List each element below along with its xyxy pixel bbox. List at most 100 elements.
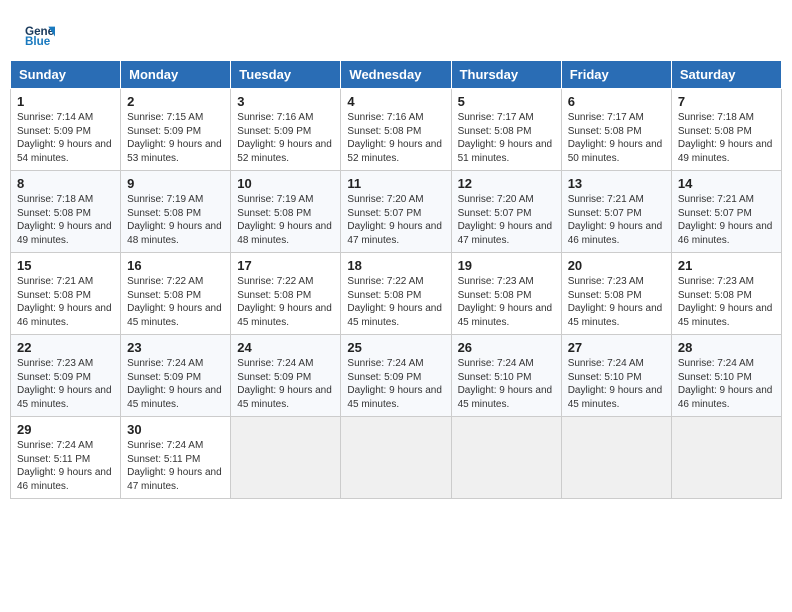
- day-info: Sunrise: 7:24 AMSunset: 5:10 PMDaylight:…: [568, 357, 665, 411]
- calendar-header-row: SundayMondayTuesdayWednesdayThursdayFrid…: [11, 61, 782, 89]
- weekday-header-thursday: Thursday: [451, 61, 561, 89]
- week-row-5: 29 Sunrise: 7:24 AMSunset: 5:11 PMDayligh…: [11, 417, 782, 499]
- calendar-cell: 27 Sunrise: 7:24 AMSunset: 5:10 PMDayligh…: [561, 335, 671, 417]
- day-info: Sunrise: 7:23 AMSunset: 5:08 PMDaylight:…: [458, 275, 555, 329]
- calendar-cell: 5Sunrise: 7:17 AMSunset: 5:08 PMDaylight…: [451, 89, 561, 171]
- day-number: 7: [678, 94, 775, 109]
- day-info: Sunrise: 7:22 AMSunset: 5:08 PMDaylight:…: [237, 275, 334, 329]
- calendar-cell: 13 Sunrise: 7:21 AMSunset: 5:07 PMDayligh…: [561, 171, 671, 253]
- calendar-cell: 4 Sunrise: 7:16 AMSunset: 5:08 PMDaylight…: [341, 89, 451, 171]
- day-info: Sunrise: 7:24 AMSunset: 5:11 PMDaylight:…: [127, 439, 224, 493]
- weekday-header-monday: Monday: [121, 61, 231, 89]
- calendar-cell: 28 Sunrise: 7:24 AMSunset: 5:10 PMDayligh…: [671, 335, 781, 417]
- day-info: Sunrise: 7:22 AMSunset: 5:08 PMDaylight:…: [127, 275, 224, 329]
- calendar-cell: 12 Sunrise: 7:20 AMSunset: 5:07 PMDayligh…: [451, 171, 561, 253]
- day-number: 6: [568, 94, 665, 109]
- week-row-3: 15 Sunrise: 7:21 AMSunset: 5:08 PMDayligh…: [11, 253, 782, 335]
- day-number: 13: [568, 176, 665, 191]
- calendar-cell: [341, 417, 451, 499]
- logo-icon: General Blue: [25, 20, 55, 50]
- day-info: Sunrise: 7:18 AMSunset: 5:08 PMDaylight:…: [678, 111, 775, 165]
- day-info: Sunrise: 7:24 AMSunset: 5:11 PMDaylight:…: [17, 439, 114, 493]
- svg-text:Blue: Blue: [25, 35, 51, 48]
- calendar-cell: 26Sunrise: 7:24 AMSunset: 5:10 PMDayligh…: [451, 335, 561, 417]
- weekday-header-saturday: Saturday: [671, 61, 781, 89]
- day-info: Sunrise: 7:23 AMSunset: 5:09 PMDaylight:…: [17, 357, 114, 411]
- calendar-cell: 25 Sunrise: 7:24 AMSunset: 5:09 PMDayligh…: [341, 335, 451, 417]
- day-number: 16: [127, 258, 224, 273]
- calendar-cell: [451, 417, 561, 499]
- day-number: 27: [568, 340, 665, 355]
- calendar-cell: 30 Sunrise: 7:24 AMSunset: 5:11 PMDayligh…: [121, 417, 231, 499]
- calendar-cell: 23 Sunrise: 7:24 AMSunset: 5:09 PMDayligh…: [121, 335, 231, 417]
- day-number: 1: [17, 94, 114, 109]
- day-info: Sunrise: 7:24 AMSunset: 5:09 PMDaylight:…: [237, 357, 334, 411]
- calendar-table: SundayMondayTuesdayWednesdayThursdayFrid…: [10, 60, 782, 499]
- calendar-cell: 21Sunrise: 7:23 AMSunset: 5:08 PMDayligh…: [671, 253, 781, 335]
- calendar-cell: 29 Sunrise: 7:24 AMSunset: 5:11 PMDayligh…: [11, 417, 121, 499]
- day-number: 17: [237, 258, 334, 273]
- day-info: Sunrise: 7:19 AMSunset: 5:08 PMDaylight:…: [237, 193, 334, 247]
- week-row-1: 1 Sunrise: 7:14 AMSunset: 5:09 PMDaylight…: [11, 89, 782, 171]
- day-number: 3: [237, 94, 334, 109]
- day-info: Sunrise: 7:17 AMSunset: 5:08 PMDaylight:…: [458, 111, 555, 165]
- day-info: Sunrise: 7:24 AMSunset: 5:10 PMDaylight:…: [458, 357, 555, 411]
- day-number: 12: [458, 176, 555, 191]
- weekday-header-tuesday: Tuesday: [231, 61, 341, 89]
- weekday-header-sunday: Sunday: [11, 61, 121, 89]
- day-info: Sunrise: 7:20 AMSunset: 5:07 PMDaylight:…: [458, 193, 555, 247]
- day-info: Sunrise: 7:21 AMSunset: 5:07 PMDaylight:…: [678, 193, 775, 247]
- day-number: 29: [17, 422, 114, 437]
- day-number: 15: [17, 258, 114, 273]
- calendar-cell: [231, 417, 341, 499]
- day-info: Sunrise: 7:14 AMSunset: 5:09 PMDaylight:…: [17, 111, 114, 165]
- day-number: 2: [127, 94, 224, 109]
- day-info: Sunrise: 7:24 AMSunset: 5:09 PMDaylight:…: [347, 357, 444, 411]
- header: General Blue: [10, 10, 782, 55]
- calendar-cell: 16 Sunrise: 7:22 AMSunset: 5:08 PMDayligh…: [121, 253, 231, 335]
- calendar-cell: [561, 417, 671, 499]
- weekday-header-friday: Friday: [561, 61, 671, 89]
- day-info: Sunrise: 7:23 AMSunset: 5:08 PMDaylight:…: [568, 275, 665, 329]
- week-row-2: 8Sunrise: 7:18 AMSunset: 5:08 PMDaylight…: [11, 171, 782, 253]
- day-number: 19: [458, 258, 555, 273]
- day-info: Sunrise: 7:24 AMSunset: 5:09 PMDaylight:…: [127, 357, 224, 411]
- day-info: Sunrise: 7:21 AMSunset: 5:07 PMDaylight:…: [568, 193, 665, 247]
- day-number: 25: [347, 340, 444, 355]
- day-number: 11: [347, 176, 444, 191]
- day-info: Sunrise: 7:22 AMSunset: 5:08 PMDaylight:…: [347, 275, 444, 329]
- day-number: 4: [347, 94, 444, 109]
- day-number: 23: [127, 340, 224, 355]
- day-info: Sunrise: 7:21 AMSunset: 5:08 PMDaylight:…: [17, 275, 114, 329]
- calendar-cell: 8Sunrise: 7:18 AMSunset: 5:08 PMDaylight…: [11, 171, 121, 253]
- day-info: Sunrise: 7:18 AMSunset: 5:08 PMDaylight:…: [17, 193, 114, 247]
- calendar-cell: 17 Sunrise: 7:22 AMSunset: 5:08 PMDayligh…: [231, 253, 341, 335]
- day-info: Sunrise: 7:20 AMSunset: 5:07 PMDaylight:…: [347, 193, 444, 247]
- calendar-cell: 11 Sunrise: 7:20 AMSunset: 5:07 PMDayligh…: [341, 171, 451, 253]
- calendar-cell: 7 Sunrise: 7:18 AMSunset: 5:08 PMDaylight…: [671, 89, 781, 171]
- calendar-cell: 19 Sunrise: 7:23 AMSunset: 5:08 PMDayligh…: [451, 253, 561, 335]
- day-info: Sunrise: 7:24 AMSunset: 5:10 PMDaylight:…: [678, 357, 775, 411]
- calendar-cell: 1 Sunrise: 7:14 AMSunset: 5:09 PMDaylight…: [11, 89, 121, 171]
- day-info: Sunrise: 7:16 AMSunset: 5:08 PMDaylight:…: [347, 111, 444, 165]
- day-info: Sunrise: 7:19 AMSunset: 5:08 PMDaylight:…: [127, 193, 224, 247]
- day-number: 9: [127, 176, 224, 191]
- day-info: Sunrise: 7:16 AMSunset: 5:09 PMDaylight:…: [237, 111, 334, 165]
- weekday-header-wednesday: Wednesday: [341, 61, 451, 89]
- calendar-cell: 14 Sunrise: 7:21 AMSunset: 5:07 PMDayligh…: [671, 171, 781, 253]
- logo: General Blue: [25, 20, 59, 50]
- calendar-cell: 22Sunrise: 7:23 AMSunset: 5:09 PMDayligh…: [11, 335, 121, 417]
- week-row-4: 22Sunrise: 7:23 AMSunset: 5:09 PMDayligh…: [11, 335, 782, 417]
- calendar-cell: 6Sunrise: 7:17 AMSunset: 5:08 PMDaylight…: [561, 89, 671, 171]
- calendar-cell: 24 Sunrise: 7:24 AMSunset: 5:09 PMDayligh…: [231, 335, 341, 417]
- calendar-cell: 20 Sunrise: 7:23 AMSunset: 5:08 PMDayligh…: [561, 253, 671, 335]
- calendar-cell: 10Sunrise: 7:19 AMSunset: 5:08 PMDayligh…: [231, 171, 341, 253]
- calendar-cell: 18Sunrise: 7:22 AMSunset: 5:08 PMDayligh…: [341, 253, 451, 335]
- day-number: 30: [127, 422, 224, 437]
- day-number: 14: [678, 176, 775, 191]
- day-number: 24: [237, 340, 334, 355]
- day-number: 20: [568, 258, 665, 273]
- day-number: 28: [678, 340, 775, 355]
- calendar-cell: 3 Sunrise: 7:16 AMSunset: 5:09 PMDaylight…: [231, 89, 341, 171]
- day-info: Sunrise: 7:15 AMSunset: 5:09 PMDaylight:…: [127, 111, 224, 165]
